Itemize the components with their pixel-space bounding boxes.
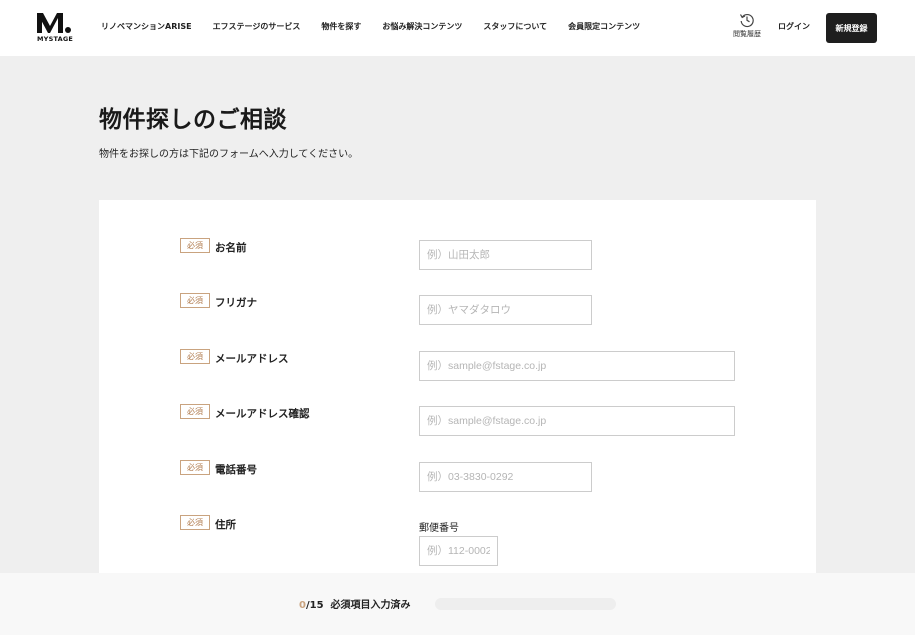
form-row-furigana: 必須 フリガナ	[99, 293, 816, 335]
nav-item-search-property[interactable]: 物件を探す	[321, 21, 361, 33]
page-title: 物件探しのご相談	[99, 107, 287, 133]
field-label-email-confirm: メールアドレス確認	[215, 408, 310, 420]
postal-code-label: 郵便番号	[419, 523, 459, 534]
logo-mark-icon	[37, 13, 71, 33]
nav-item-staff[interactable]: スタッフについて	[483, 21, 547, 33]
required-badge: 必須	[180, 293, 210, 308]
login-link[interactable]: ログイン	[778, 21, 810, 33]
required-badge: 必須	[180, 238, 210, 253]
email-input[interactable]	[419, 351, 735, 381]
form-row-email: 必須 メールアドレス	[99, 349, 816, 391]
name-input[interactable]	[419, 240, 592, 270]
global-nav: リノベマンションARISE エフステージのサービス 物件を探す お悩み解決コンテ…	[101, 21, 661, 33]
field-label-email: メールアドレス	[215, 353, 289, 365]
progress-total: /15	[305, 600, 324, 611]
progress-status: 0/15 必須項目入力済み	[299, 596, 411, 611]
signup-button[interactable]: 新規登録	[826, 13, 877, 43]
form-row-address: 必須 住所 郵便番号	[99, 515, 816, 577]
nav-item-arise[interactable]: リノベマンションARISE	[101, 21, 192, 33]
postal-code-input[interactable]	[419, 536, 498, 566]
nav-item-members[interactable]: 会員限定コンテンツ	[568, 21, 640, 33]
nav-item-solutions[interactable]: お悩み解決コンテンツ	[382, 21, 462, 33]
required-badge: 必須	[180, 349, 210, 364]
progress-completed-count: 0	[299, 600, 306, 611]
form-row-name: 必須 お名前	[99, 238, 816, 280]
required-badge: 必須	[180, 404, 210, 419]
inquiry-form: 必須 お名前 必須 フリガナ 必須 メールアドレス 必須 メールアドレス確認 必…	[99, 200, 816, 580]
history-label: 閲覧履歴	[733, 30, 761, 38]
nav-item-services[interactable]: エフステージのサービス	[213, 21, 301, 33]
field-label-phone: 電話番号	[215, 464, 257, 476]
field-label-furigana: フリガナ	[215, 297, 257, 309]
site-logo[interactable]: MYSTAGE	[36, 12, 74, 46]
logo-wordmark: MYSTAGE	[37, 35, 73, 43]
email-confirm-input[interactable]	[419, 406, 735, 436]
history-icon	[739, 13, 754, 28]
required-badge: 必須	[180, 460, 210, 475]
history-button[interactable]: 閲覧履歴	[729, 12, 765, 39]
form-row-phone: 必須 電話番号	[99, 460, 816, 502]
required-badge: 必須	[180, 515, 210, 530]
furigana-input[interactable]	[419, 295, 592, 325]
field-label-name: お名前	[215, 242, 247, 254]
progress-label: 必須項目入力済み	[330, 600, 411, 611]
progress-bar	[435, 598, 616, 610]
site-header: MYSTAGE リノベマンションARISE エフステージのサービス 物件を探す …	[0, 0, 915, 56]
form-row-email-confirm: 必須 メールアドレス確認	[99, 404, 816, 446]
phone-input[interactable]	[419, 462, 592, 492]
page-description: 物件をお探しの方は下記のフォームへ入力してください。	[99, 149, 359, 160]
field-label-address: 住所	[215, 519, 236, 531]
